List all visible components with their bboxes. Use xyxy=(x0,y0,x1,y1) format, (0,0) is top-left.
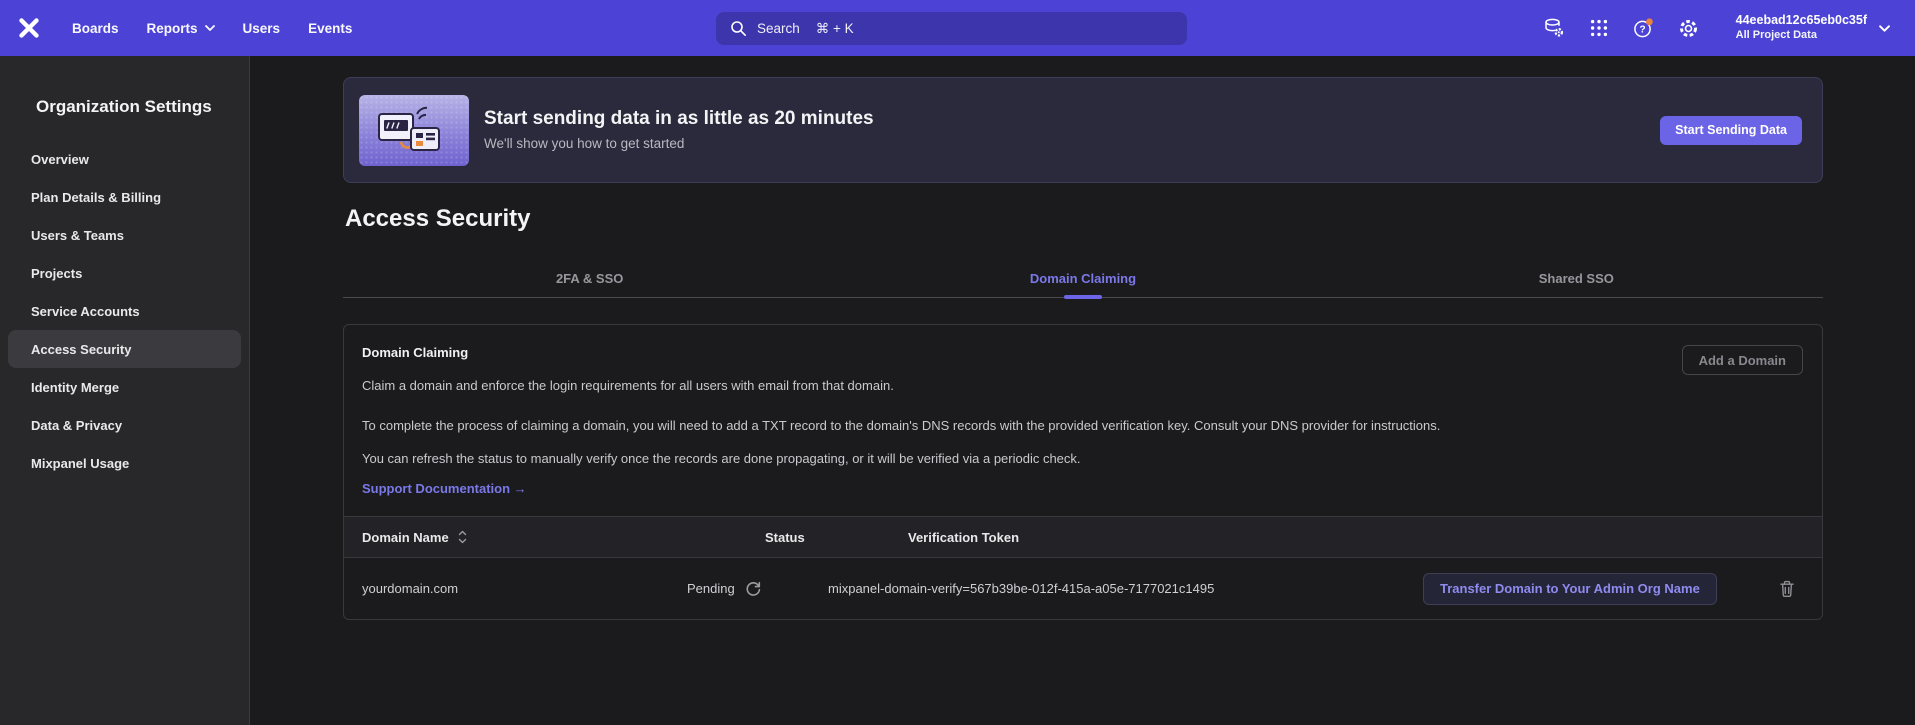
grid-dots-glyph xyxy=(1589,18,1609,38)
gear-icon[interactable] xyxy=(1677,16,1701,40)
domain-name-header-label: Domain Name xyxy=(362,530,449,545)
add-domain-button[interactable]: Add a Domain xyxy=(1682,345,1803,375)
mixpanel-logo-icon xyxy=(17,16,41,40)
support-documentation-link[interactable]: Support Documentation → xyxy=(362,481,527,496)
sidebar-item-mixpanel-usage[interactable]: Mixpanel Usage xyxy=(8,444,241,482)
chevron-down-icon xyxy=(205,25,215,31)
gear-glyph xyxy=(1678,18,1699,39)
domains-table: Domain Name Status Verification Token yo… xyxy=(344,516,1822,619)
nav-boards[interactable]: Boards xyxy=(72,21,119,36)
primary-nav: Boards Reports Users Events xyxy=(72,21,352,36)
sidebar-title: Organization Settings xyxy=(36,96,249,118)
top-navbar: Boards Reports Users Events Search ⌘ + K xyxy=(0,0,1915,56)
notification-dot xyxy=(1646,18,1653,25)
actions-cell: Transfer Domain to Your Admin Org Name xyxy=(1423,573,1804,605)
domain-cell: yourdomain.com xyxy=(362,581,687,596)
data-settings-icon[interactable] xyxy=(1542,16,1566,40)
org-settings-sidebar: Organization Settings Overview Plan Deta… xyxy=(0,56,250,725)
card-paragraph-2: To complete the process of claiming a do… xyxy=(362,414,1440,437)
main-content: Start sending data in as little as 20 mi… xyxy=(250,56,1915,725)
nav-reports-label: Reports xyxy=(147,21,198,36)
banner-title: Start sending data in as little as 20 mi… xyxy=(484,107,874,131)
banner-illustration xyxy=(359,95,469,166)
column-header-domain-name: Domain Name xyxy=(362,530,687,545)
project-texts: 44eebad12c65eb0c35f All Project Data xyxy=(1736,13,1867,42)
nav-reports[interactable]: Reports xyxy=(147,21,215,36)
sidebar-nav: Overview Plan Details & Billing Users & … xyxy=(8,140,241,482)
sidebar-item-users-teams[interactable]: Users & Teams xyxy=(8,216,241,254)
card-head: Domain Claiming Claim a domain and enfor… xyxy=(344,325,1822,496)
tab-2fa-sso[interactable]: 2FA & SSO xyxy=(343,259,836,297)
mixpanel-logo[interactable] xyxy=(16,15,42,41)
svg-text:?: ? xyxy=(1640,24,1646,35)
sidebar-item-access-security[interactable]: Access Security xyxy=(8,330,241,368)
sort-icon xyxy=(458,530,467,544)
nav-events[interactable]: Events xyxy=(308,21,352,36)
search-input[interactable]: Search ⌘ + K xyxy=(716,12,1187,45)
card-title: Domain Claiming xyxy=(362,345,1440,361)
sidebar-item-plan-details-billing[interactable]: Plan Details & Billing xyxy=(8,178,241,216)
banner-subtitle: We'll show you how to get started xyxy=(484,134,874,153)
apps-grid-icon[interactable] xyxy=(1587,16,1611,40)
navbar-right: ? 44eebad12c65eb0c35f All Project Data xyxy=(1542,13,1890,42)
tab-shared-sso[interactable]: Shared SSO xyxy=(1330,259,1823,297)
trash-icon xyxy=(1778,579,1796,598)
sidebar-item-projects[interactable]: Projects xyxy=(8,254,241,292)
org-id: 44eebad12c65eb0c35f xyxy=(1736,13,1867,29)
column-header-verification-token: Verification Token xyxy=(828,530,1423,545)
status-badge: Pending xyxy=(687,581,735,596)
chevron-down-icon xyxy=(1879,25,1890,32)
tab-domain-claiming[interactable]: Domain Claiming xyxy=(836,259,1329,297)
nav-users[interactable]: Users xyxy=(243,21,281,36)
devices-illustration xyxy=(371,102,457,158)
sidebar-item-identity-merge[interactable]: Identity Merge xyxy=(8,368,241,406)
sort-domain-name-button[interactable] xyxy=(458,530,467,544)
status-cell: Pending xyxy=(687,580,828,597)
table-row: yourdomain.com Pending mixpanel-domain-v… xyxy=(344,558,1822,619)
verification-token-cell: mixpanel-domain-verify=567b39be-012f-415… xyxy=(828,581,1423,596)
domain-claiming-card: Domain Claiming Claim a domain and enfor… xyxy=(343,324,1823,620)
page-title: Access Security xyxy=(345,204,1823,234)
access-security-tabs: 2FA & SSO Domain Claiming Shared SSO xyxy=(343,259,1823,298)
banner-texts: Start sending data in as little as 20 mi… xyxy=(484,107,874,153)
onboarding-banner: Start sending data in as little as 20 mi… xyxy=(343,77,1823,183)
table-header-row: Domain Name Status Verification Token xyxy=(344,516,1822,558)
delete-domain-button[interactable] xyxy=(1778,579,1796,598)
sidebar-item-overview[interactable]: Overview xyxy=(8,140,241,178)
search-placeholder: Search xyxy=(757,21,800,36)
sidebar-item-data-privacy[interactable]: Data & Privacy xyxy=(8,406,241,444)
transfer-domain-button[interactable]: Transfer Domain to Your Admin Org Name xyxy=(1423,573,1717,605)
refresh-icon xyxy=(745,580,762,597)
column-header-status: Status xyxy=(687,530,828,545)
card-paragraph-3: You can refresh the status to manually v… xyxy=(362,449,1440,469)
project-name: All Project Data xyxy=(1736,29,1867,43)
database-gear-glyph xyxy=(1543,17,1565,39)
help-icon[interactable]: ? xyxy=(1632,16,1656,40)
card-description: Domain Claiming Claim a domain and enfor… xyxy=(362,345,1440,496)
card-paragraph-1: Claim a domain and enforce the login req… xyxy=(362,376,1440,396)
sidebar-item-service-accounts[interactable]: Service Accounts xyxy=(8,292,241,330)
project-picker[interactable]: 44eebad12c65eb0c35f All Project Data xyxy=(1736,13,1890,42)
search-shortcut: ⌘ + K xyxy=(816,21,854,37)
question-badge-glyph: ? xyxy=(1632,17,1655,40)
search-icon xyxy=(730,20,747,37)
start-sending-data-button[interactable]: Start Sending Data xyxy=(1660,116,1802,145)
refresh-status-button[interactable] xyxy=(745,580,762,597)
